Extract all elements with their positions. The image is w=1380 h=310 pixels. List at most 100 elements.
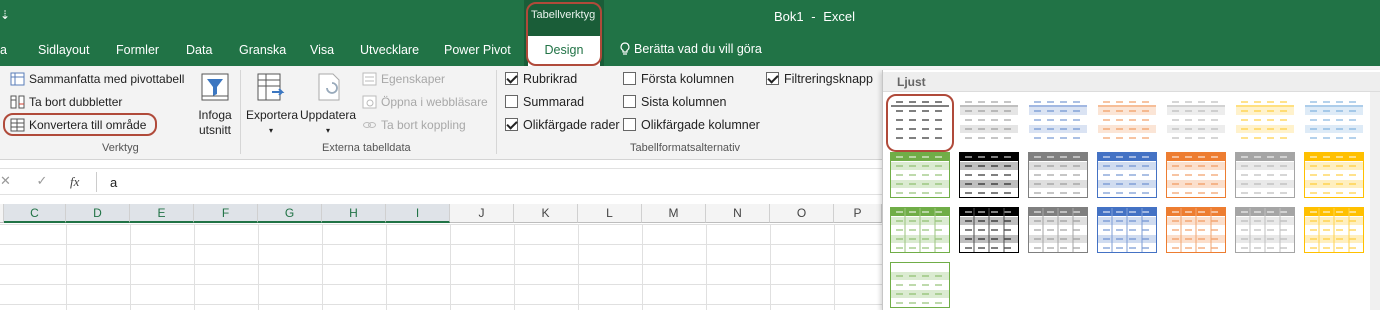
tab-formulas[interactable]: Formler (116, 43, 159, 57)
insert-slicer-line2: utsnitt (198, 123, 231, 137)
total-row-label: Summarad (523, 95, 585, 109)
column-header-k[interactable]: K (514, 204, 578, 223)
total-row-checkbox-box (505, 95, 518, 108)
slicer-icon (201, 73, 229, 101)
open-in-browser-button[interactable]: Öppna i webbläsare (362, 95, 488, 109)
first-column-checkbox[interactable]: Första kolumnen (623, 72, 734, 86)
insert-slicer-button[interactable]: Infoga utsnitt (194, 72, 236, 138)
tab-page-layout[interactable]: Sidlayout (38, 43, 89, 57)
header-row-checkbox[interactable]: Rubrikrad (505, 72, 577, 86)
formula-bar-divider (96, 172, 97, 192)
banded-rows-checkbox[interactable]: Olikfärgade rader (505, 118, 620, 132)
table-style-swatch[interactable] (1304, 152, 1364, 198)
table-style-swatch[interactable] (890, 262, 950, 308)
column-header-o[interactable]: O (770, 204, 834, 223)
refresh-label: Uppdatera (300, 108, 357, 122)
column-header-p[interactable]: P (834, 204, 882, 223)
tab-developer[interactable]: Utvecklare (360, 43, 419, 57)
style-none-highlight (886, 94, 954, 152)
table-style-swatch[interactable] (1097, 152, 1157, 198)
document-name: Bok1 (774, 9, 804, 24)
pivot-table-icon (10, 72, 25, 86)
group-separator (496, 70, 497, 154)
column-header-n[interactable]: N (706, 204, 770, 223)
table-style-swatch[interactable] (1028, 152, 1088, 198)
table-style-swatch[interactable] (1097, 207, 1157, 253)
column-header-m[interactable]: M (642, 204, 706, 223)
filter-button-label: Filtreringsknapp (784, 72, 873, 86)
gallery-scrollbar[interactable] (1370, 92, 1380, 310)
column-header-i[interactable]: I (386, 204, 450, 223)
refresh-chevron-down-icon: ▾ (325, 126, 330, 135)
title-bar (0, 0, 1380, 36)
export-chevron-down-icon: ▾ (268, 126, 273, 135)
table-style-swatch[interactable] (959, 207, 1019, 253)
banded-columns-checkbox-box (623, 118, 636, 131)
table-style-swatch[interactable] (890, 207, 950, 253)
table-style-swatch[interactable] (1166, 97, 1226, 143)
grid-line (322, 224, 323, 310)
group-label-table-style-options: Tabellformatsalternativ (630, 142, 741, 154)
first-column-label: Första kolumnen (641, 72, 735, 86)
grid-line (770, 224, 771, 310)
insert-function-icon[interactable]: fx (70, 174, 79, 190)
column-header-l[interactable]: L (578, 204, 642, 223)
table-style-swatch[interactable] (1166, 207, 1226, 253)
table-style-swatch[interactable] (1235, 207, 1295, 253)
banded-columns-checkbox[interactable]: Olikfärgade kolumner (623, 118, 760, 132)
table-style-swatch[interactable] (1028, 97, 1088, 143)
column-header-f[interactable]: F (194, 204, 258, 223)
column-header-j[interactable]: J (450, 204, 514, 223)
grid-line (514, 224, 515, 310)
total-row-checkbox[interactable]: Summarad (505, 95, 584, 109)
refresh-icon (318, 73, 340, 101)
table-style-swatch[interactable] (1028, 207, 1088, 253)
unlink-button[interactable]: Ta bort koppling (362, 118, 466, 132)
table-style-swatch[interactable] (1235, 152, 1295, 198)
grid-line (386, 224, 387, 310)
tab-power-pivot[interactable]: Power Pivot (444, 43, 511, 57)
table-style-swatch[interactable] (890, 152, 950, 198)
refresh-button[interactable]: Uppdatera ▾ (300, 72, 356, 138)
last-column-checkbox[interactable]: Sista kolumnen (623, 95, 726, 109)
table-style-swatch[interactable] (1166, 152, 1226, 198)
column-header-d[interactable]: D (66, 204, 130, 223)
summarize-pivot-button[interactable]: Sammanfatta med pivottabell (10, 72, 184, 86)
export-button[interactable]: Exportera ▾ (246, 72, 298, 138)
remove-duplicates-button[interactable]: Ta bort dubbletter (10, 95, 122, 109)
grid-line (642, 224, 643, 310)
unlink-label: Ta bort koppling (381, 118, 466, 132)
quick-access-dropdown-icon[interactable]: ⇣ (0, 8, 10, 22)
grid-line (130, 224, 131, 310)
properties-label: Egenskaper (381, 72, 446, 86)
group-separator (240, 70, 241, 154)
table-style-swatch[interactable] (1097, 97, 1157, 143)
column-header-e[interactable]: E (130, 204, 194, 223)
table-style-swatch[interactable] (959, 97, 1019, 143)
tell-me-box[interactable]: Berätta vad du vill göra (620, 42, 762, 56)
tab-start-partial[interactable]: a (0, 43, 7, 57)
properties-button[interactable]: Egenskaper (362, 72, 445, 86)
enter-icon[interactable]: ✓ (37, 173, 48, 188)
formula-input[interactable]: a (110, 175, 117, 190)
summarize-pivot-label: Sammanfatta med pivottabell (29, 72, 185, 86)
unlink-icon (363, 122, 376, 128)
table-style-swatch[interactable] (1304, 207, 1364, 253)
cancel-icon[interactable]: ✕ (0, 173, 11, 188)
tab-data[interactable]: Data (186, 43, 212, 57)
table-style-swatch[interactable] (1235, 97, 1295, 143)
last-column-label: Sista kolumnen (641, 95, 727, 109)
table-style-swatch[interactable] (959, 152, 1019, 198)
worksheet-grid[interactable] (0, 224, 882, 310)
grid-line (450, 224, 451, 310)
formula-bar-buttons: ✕ ✓ (0, 173, 47, 189)
column-header-h[interactable]: H (322, 204, 386, 223)
gallery-section-light: Ljust (883, 72, 1380, 92)
table-style-swatch[interactable] (1304, 97, 1364, 143)
tab-review[interactable]: Granska (239, 43, 286, 57)
tab-view[interactable]: Visa (310, 43, 334, 57)
column-header-c[interactable]: C (4, 204, 66, 223)
column-header-g[interactable]: G (258, 204, 322, 223)
first-column-checkbox-box (623, 72, 636, 85)
filter-button-checkbox[interactable]: Filtreringsknapp (766, 72, 873, 86)
